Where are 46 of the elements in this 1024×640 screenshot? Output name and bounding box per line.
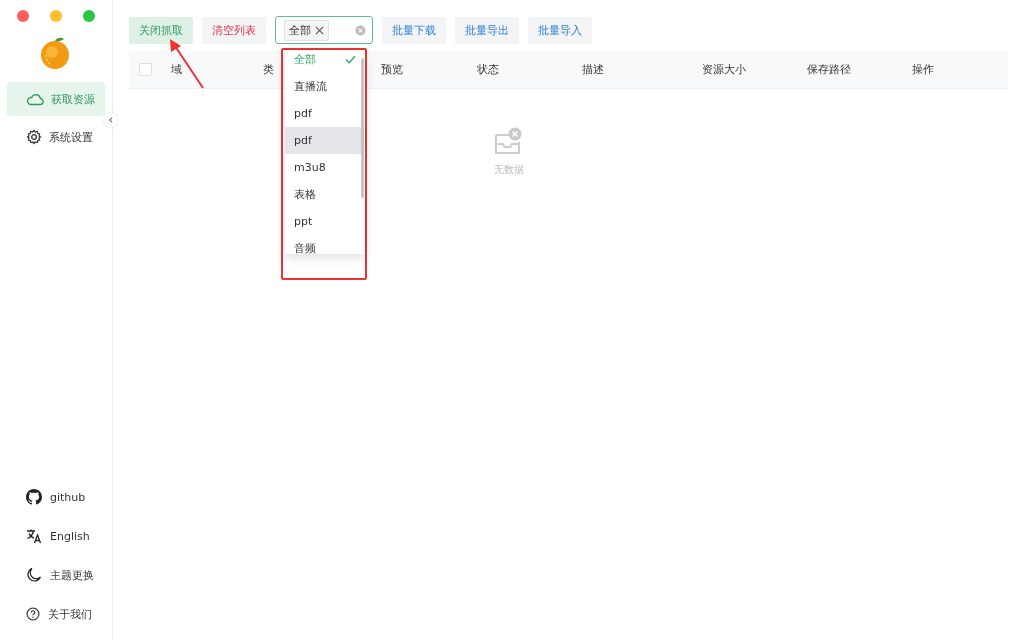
toolbar-button[interactable]: 批量导入 <box>528 16 592 44</box>
toolbar-button[interactable]: 批量导出 <box>455 16 519 44</box>
column-header: 资源大小 <box>702 62 747 77</box>
empty-inbox-icon <box>493 127 524 157</box>
toolbar-button[interactable]: 批量下载 <box>382 16 446 44</box>
column-header: 预览 <box>381 62 404 77</box>
settings-icon <box>26 129 42 145</box>
column-header: 保存路径 <box>807 62 852 77</box>
github-icon <box>26 489 42 505</box>
sidebar-link[interactable]: 关于我们 <box>26 604 112 624</box>
moon-icon <box>26 567 42 583</box>
dropdown-option[interactable]: ppt <box>285 208 361 235</box>
annotation-arrow <box>167 38 207 90</box>
dropdown-option[interactable]: 直播流 <box>285 73 361 100</box>
dropdown-option[interactable]: 表格 <box>285 181 361 208</box>
help-icon <box>26 607 40 621</box>
type-select[interactable]: 全部 <box>275 16 373 44</box>
translate-icon <box>26 528 42 544</box>
minimize-dot[interactable] <box>50 10 62 22</box>
cloud-icon <box>26 92 44 106</box>
select-all-checkbox[interactable] <box>139 63 152 76</box>
dropdown-option[interactable]: pdf <box>285 127 361 154</box>
dropdown-option[interactable]: pdf <box>285 100 361 127</box>
sidebar-item[interactable]: 系统设置 <box>7 120 105 154</box>
maximize-dot[interactable] <box>83 10 95 22</box>
sidebar-link[interactable]: github <box>26 487 112 507</box>
column-header: 域 <box>171 62 183 77</box>
close-dot[interactable] <box>17 10 29 22</box>
column-header: 操作 <box>912 62 935 77</box>
sidebar-link[interactable]: 主题更换 <box>26 565 112 585</box>
sidebar-link[interactable]: English <box>26 526 112 546</box>
scrollbar[interactable] <box>361 58 364 198</box>
toolbar-button[interactable]: 清空列表 <box>202 16 266 44</box>
filter-tag: 全部 <box>284 19 329 41</box>
check-icon <box>345 55 356 64</box>
dropdown-option[interactable]: 音频 <box>285 235 361 254</box>
fruit-logo <box>39 36 71 70</box>
column-header: 状态 <box>477 62 500 77</box>
close-icon[interactable] <box>315 25 324 35</box>
collapse-button[interactable] <box>104 113 118 127</box>
dropdown-option[interactable]: m3u8 <box>285 154 361 181</box>
column-header: 类 <box>263 62 275 77</box>
clear-icon[interactable] <box>355 24 366 36</box>
chevron-icon <box>108 117 114 123</box>
column-header: 描述 <box>582 62 605 77</box>
empty-text: 无数据 <box>493 163 524 177</box>
